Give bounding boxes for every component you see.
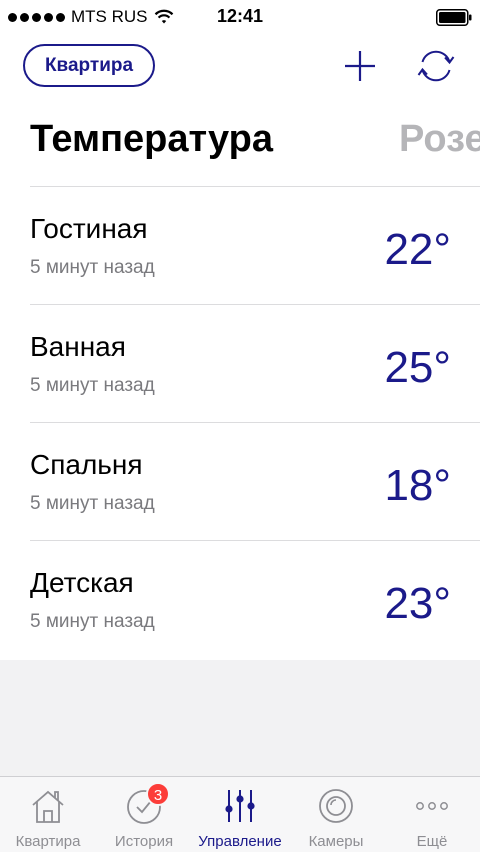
room-temperature: 18° [384,461,451,510]
content-area: Квартира Температура Розе Гостиная 5 мин… [0,34,480,660]
room-name: Детская [30,567,134,598]
room-list: Гостиная 5 минут назад 22° Ванная 5 мину… [0,186,480,658]
apartment-button[interactable]: Квартира [23,44,155,87]
room-row[interactable]: Детская 5 минут назад 23° [30,540,480,658]
status-bar: MTS RUS 12:41 [0,0,480,34]
tab-label: Квартира [15,833,81,850]
room-temperature: 22° [384,225,451,274]
room-updated: 5 минут назад [30,493,155,514]
camera-icon [319,789,353,823]
sync-icon[interactable] [416,46,456,86]
room-row[interactable]: Гостиная 5 минут назад 22° [30,186,480,304]
clock-time: 12:41 [216,6,264,26]
sliders-icon [225,790,255,822]
tab-control[interactable]: Управление [192,777,288,852]
tab-apartment[interactable]: Квартира [0,777,96,852]
tab-label: Ещё [416,833,448,850]
room-name: Спальня [30,449,143,480]
room-updated: 5 минут назад [30,611,155,632]
tab-label: История [114,833,174,850]
tab-more[interactable]: Ещё [384,777,480,852]
screen: MTS RUS 12:41 Квартира Температура Розе … [0,0,480,852]
tab-label: Управление [198,833,282,850]
battery-icon [436,9,472,26]
room-updated: 5 минут назад [30,375,155,396]
room-name: Ванная [30,331,126,362]
category-tab-next[interactable]: Розе [399,118,480,161]
tab-bar: Квартира 3 История Управление Камеры Ещё [0,776,480,852]
room-row[interactable]: Ванная 5 минут назад 25° [30,304,480,422]
room-updated: 5 минут назад [30,257,155,278]
category-tab-temperature[interactable]: Температура [30,118,273,161]
category-tabs: Температура Розе [0,118,480,170]
room-name: Гостиная [30,213,148,244]
tab-label: Камеры [308,833,364,850]
tab-history[interactable]: 3 История [96,777,192,852]
room-row[interactable]: Спальня 5 минут назад 18° [30,422,480,540]
house-icon [32,790,64,823]
history-badge: 3 [146,782,170,806]
room-temperature: 23° [384,579,451,628]
tab-cameras[interactable]: Камеры [288,777,384,852]
more-icon [416,802,448,810]
room-temperature: 25° [384,343,451,392]
plus-icon[interactable] [340,46,380,86]
